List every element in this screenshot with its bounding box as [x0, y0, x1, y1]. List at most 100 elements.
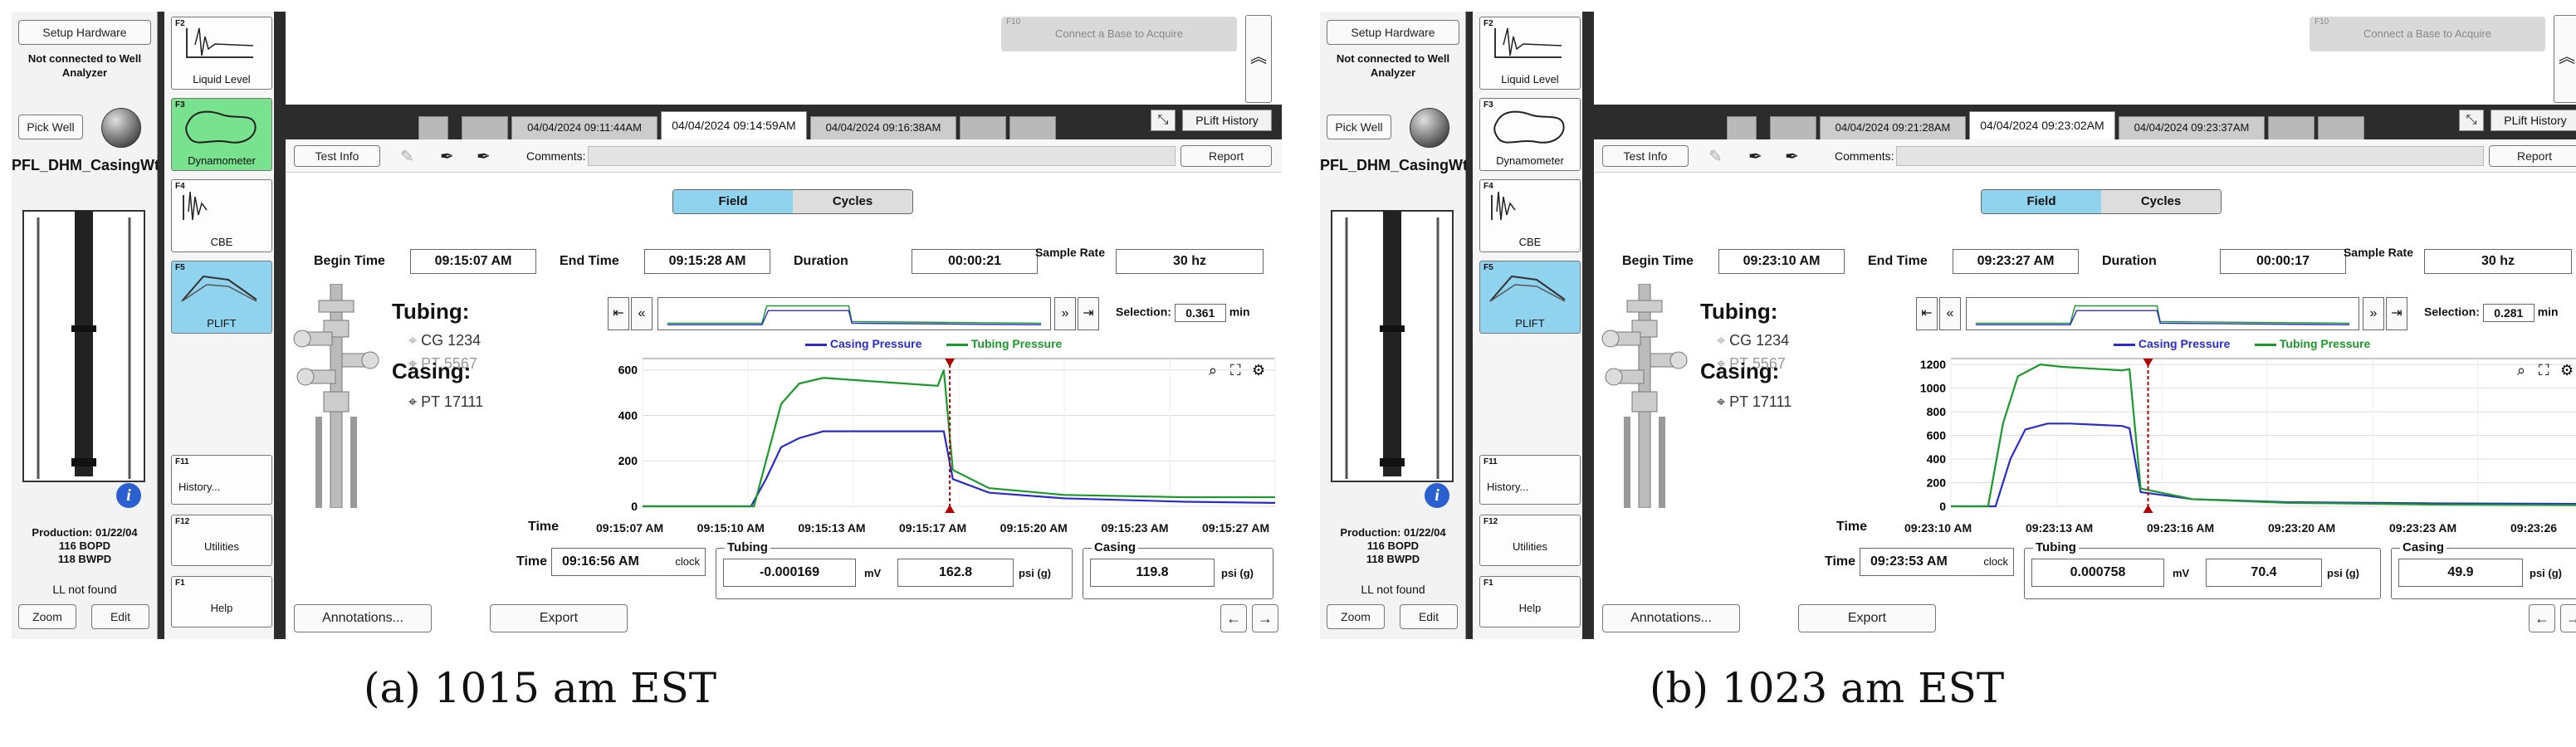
field-tab[interactable]: Field [1982, 190, 2101, 213]
zoom-in-icon[interactable]: » [2363, 297, 2384, 330]
utilities-label: Utilities [204, 540, 239, 553]
report-button[interactable]: Report [1180, 145, 1272, 167]
scroll-left-icon[interactable]: ⇤ [608, 297, 629, 330]
info-icon[interactable]: i [1425, 483, 1449, 508]
pen-icon[interactable]: ✒ [477, 146, 491, 167]
fit-icon[interactable]: ⛶ [2539, 362, 2549, 379]
help-button[interactable]: F1 Help [1479, 576, 1581, 627]
pen-icon[interactable]: ✒ [440, 146, 454, 167]
cbe-button[interactable]: F4 CBE [1479, 179, 1581, 252]
cycles-tab[interactable]: Cycles [2101, 190, 2221, 213]
edit-button[interactable]: Edit [1400, 604, 1458, 629]
globe-icon[interactable] [101, 108, 141, 148]
report-button[interactable]: Report [2489, 145, 2576, 167]
chevron-up-icon[interactable]: ︽ [1245, 15, 1272, 103]
pencil-icon[interactable]: ✎ [400, 146, 414, 167]
test-info-button[interactable]: Test Info [1602, 145, 1689, 167]
zoom-button[interactable]: Zoom [1327, 604, 1385, 629]
pick-well-button[interactable]: Pick Well [18, 115, 83, 139]
pen-icon[interactable]: ✒ [1785, 146, 1799, 167]
zoom-out-icon[interactable]: « [1939, 297, 1961, 330]
test-info-button[interactable]: Test Info [294, 145, 380, 167]
tab-stub[interactable] [960, 116, 1006, 139]
plift-icon [1489, 275, 1566, 302]
test-tab-bar: 04/04/2024 09:21:28AM 04/04/2024 09:23:0… [1594, 105, 2576, 139]
annotations-button[interactable]: Annotations... [294, 604, 432, 632]
comments-input[interactable] [588, 146, 1176, 166]
expand-icon[interactable]: ⤡ [2459, 110, 2484, 131]
plift-button[interactable]: F5 PLIFT [171, 261, 272, 334]
begin-time-field[interactable]: 09:23:10 AM [1718, 249, 1845, 274]
overview-strip[interactable] [657, 297, 1051, 330]
field-tab[interactable]: Field [673, 190, 793, 213]
gear-icon[interactable]: ⚙ [1252, 362, 1265, 379]
plift-history-button[interactable]: PLift History [2490, 110, 2576, 131]
zoom-out-icon[interactable]: « [631, 297, 653, 330]
tab-stub[interactable] [1727, 116, 1757, 139]
utilities-button[interactable]: F12 Utilities [171, 515, 272, 566]
fit-icon[interactable]: ⛶ [1230, 362, 1241, 379]
previous-arrow-icon[interactable]: ← [1220, 604, 1247, 632]
utilities-button[interactable]: F12 Utilities [1479, 515, 1581, 566]
tab-test-3[interactable]: 04/04/2024 09:23:37AM [2119, 116, 2265, 139]
tab-stub[interactable] [462, 116, 508, 139]
scroll-right-icon[interactable]: ⇥ [2386, 297, 2407, 330]
clock-label: Time [1825, 554, 1856, 569]
setup-hardware-button[interactable]: Setup Hardware [18, 20, 151, 45]
export-button[interactable]: Export [1798, 604, 1936, 632]
edit-button[interactable]: Edit [91, 604, 149, 629]
next-arrow-icon[interactable]: → [2560, 604, 2576, 632]
pressure-chart[interactable]: 0 200 400 600 ⌕ ⛶ ⚙ [606, 354, 1278, 520]
globe-icon[interactable] [1410, 108, 1449, 148]
comments-input[interactable] [1896, 146, 2484, 166]
liquid-level-button[interactable]: F2 Liquid Level [171, 17, 272, 90]
magnifier-icon[interactable]: ⌕ [1209, 362, 1217, 379]
tab-stub[interactable] [2318, 116, 2364, 139]
duration-label: Duration [2102, 254, 2157, 268]
magnifier-icon[interactable]: ⌕ [2517, 362, 2525, 379]
gear-icon[interactable]: ⚙ [2560, 362, 2574, 379]
begin-time-field[interactable]: 09:15:07 AM [410, 249, 536, 274]
selection-input[interactable]: 0.361 [1174, 304, 1226, 322]
zoom-button[interactable]: Zoom [18, 604, 76, 629]
info-icon[interactable]: i [116, 483, 141, 508]
tab-stub[interactable] [418, 116, 448, 139]
tab-stub[interactable] [1770, 116, 1816, 139]
dynamometer-button[interactable]: F3 Dynamometer [171, 98, 272, 171]
annotations-button[interactable]: Annotations... [1602, 604, 1740, 632]
liquid-level-button[interactable]: F2 Liquid Level [1479, 17, 1581, 90]
history-button[interactable]: F11 History... [171, 455, 272, 505]
tab-test-2[interactable]: 04/04/2024 09:23:02AM [1969, 111, 2115, 139]
plift-history-button[interactable]: PLift History [1182, 110, 1272, 131]
pressure-chart[interactable]: 0 200 400 600 800 1000 1200 ⌕ ⛶ ⚙ [1914, 354, 2576, 520]
panel-a: Setup Hardware Not connected to Well Ana… [12, 12, 1282, 639]
export-button[interactable]: Export [490, 604, 628, 632]
pick-well-button[interactable]: Pick Well [1327, 115, 1391, 139]
expand-icon[interactable]: ⤡ [1151, 110, 1176, 131]
tab-test-3[interactable]: 04/04/2024 09:16:38AM [810, 116, 956, 139]
tab-stub[interactable] [2268, 116, 2314, 139]
tab-stub[interactable] [1009, 116, 1056, 139]
tab-test-2[interactable]: 04/04/2024 09:14:59AM [661, 111, 807, 139]
help-button[interactable]: F1 Help [171, 576, 272, 627]
dynamometer-button[interactable]: F3 Dynamometer [1479, 98, 1581, 171]
plift-button[interactable]: F5 PLIFT [1479, 261, 1581, 334]
end-time-field[interactable]: 09:15:28 AM [644, 249, 770, 274]
selection-input[interactable]: 0.281 [2482, 304, 2534, 322]
history-button[interactable]: F11 History... [1479, 455, 1581, 505]
end-time-field[interactable]: 09:23:27 AM [1953, 249, 2079, 274]
overview-strip[interactable] [1966, 297, 2359, 330]
previous-arrow-icon[interactable]: ← [2529, 604, 2555, 632]
chevron-up-icon[interactable]: ︽ [2554, 15, 2576, 103]
tab-test-1[interactable]: 04/04/2024 09:11:44AM [511, 116, 657, 139]
scroll-left-icon[interactable]: ⇤ [1916, 297, 1938, 330]
cycles-tab[interactable]: Cycles [793, 190, 912, 213]
zoom-in-icon[interactable]: » [1054, 297, 1076, 330]
scroll-right-icon[interactable]: ⇥ [1078, 297, 1099, 330]
tab-test-1[interactable]: 04/04/2024 09:21:28AM [1820, 116, 1966, 139]
cbe-button[interactable]: F4 CBE [171, 179, 272, 252]
pencil-icon[interactable]: ✎ [1708, 146, 1723, 167]
setup-hardware-button[interactable]: Setup Hardware [1327, 20, 1459, 45]
pen-icon[interactable]: ✒ [1748, 146, 1762, 167]
next-arrow-icon[interactable]: → [1252, 604, 1278, 632]
